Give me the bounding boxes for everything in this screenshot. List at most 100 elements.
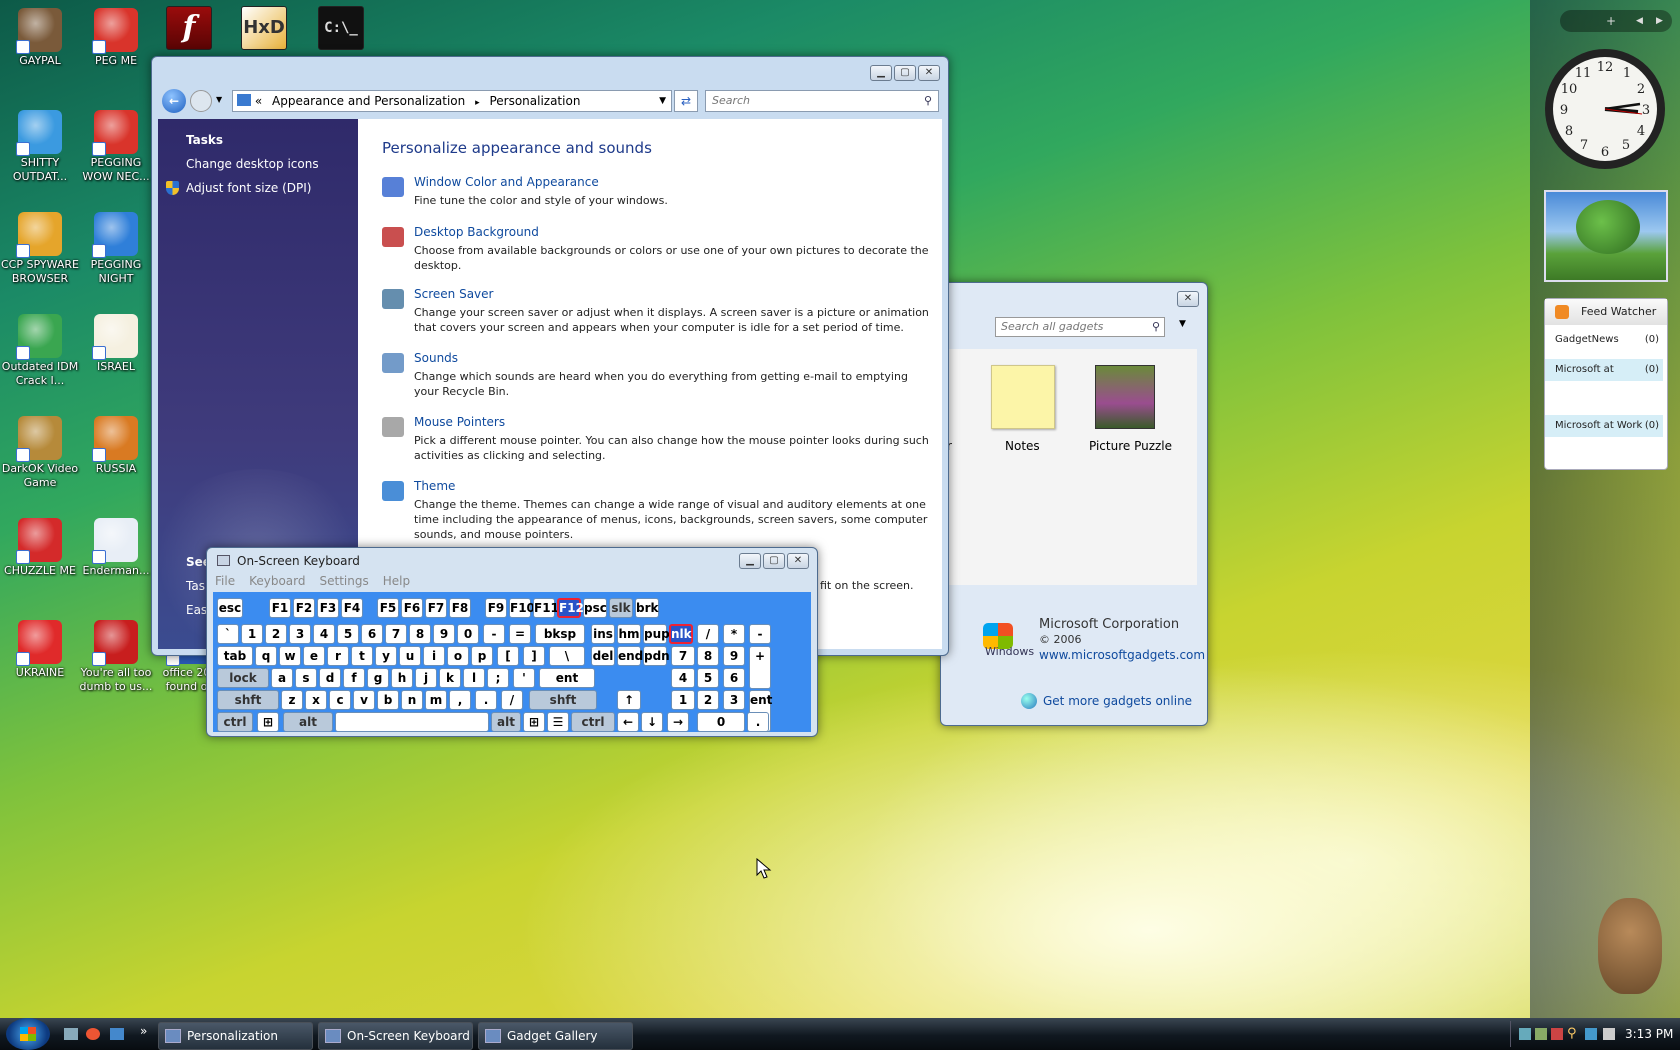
key[interactable]: y bbox=[375, 646, 397, 666]
key[interactable]: h bbox=[391, 668, 413, 688]
history-dropdown-icon[interactable]: ▼ bbox=[216, 95, 222, 104]
key[interactable]: w bbox=[279, 646, 301, 666]
key[interactable]: tab bbox=[217, 646, 253, 666]
key[interactable]: ← bbox=[617, 712, 639, 732]
desktop-icon[interactable]: PEGGING WOW NEC... bbox=[76, 110, 156, 184]
picture-puzzle-gadget[interactable] bbox=[1095, 365, 1155, 429]
key[interactable]: r bbox=[327, 646, 349, 666]
item-title-link[interactable]: Window Color and Appearance bbox=[414, 175, 599, 189]
key[interactable]: 4 bbox=[313, 624, 335, 644]
key[interactable]: pdn bbox=[643, 646, 670, 666]
feed-item[interactable]: GadgetNews (0) bbox=[1545, 329, 1663, 351]
key[interactable]: F5 bbox=[377, 598, 399, 618]
desktop-icon[interactable]: CCP SPYWARE BROWSER bbox=[0, 212, 80, 286]
key[interactable]: 0 bbox=[457, 624, 479, 644]
key[interactable]: F6 bbox=[401, 598, 423, 618]
key[interactable]: nlk bbox=[669, 624, 693, 644]
hxd-icon[interactable]: HxD bbox=[241, 6, 287, 50]
clock-text[interactable]: 3:13 PM bbox=[1625, 1027, 1673, 1041]
key[interactable]: ctrl bbox=[571, 712, 615, 732]
feed-watcher-gadget[interactable]: Feed Watcher GadgetNews (0) Microsoft at (0… bbox=[1544, 298, 1668, 470]
key[interactable]: f bbox=[343, 668, 365, 688]
key[interactable]: 6 bbox=[361, 624, 383, 644]
key[interactable]: x bbox=[305, 690, 327, 710]
see-also-ease-link[interactable]: Eas bbox=[186, 603, 207, 617]
key[interactable]: , bbox=[449, 690, 471, 710]
key[interactable]: l bbox=[463, 668, 485, 688]
search-box[interactable]: Search ⚲ bbox=[705, 90, 939, 112]
key[interactable]: / bbox=[501, 690, 523, 710]
key[interactable]: ' bbox=[513, 668, 535, 688]
key[interactable]: p bbox=[471, 646, 493, 666]
key[interactable]: ⊞ bbox=[257, 712, 279, 732]
item-title-link[interactable]: Theme bbox=[414, 479, 455, 493]
key[interactable]: 2 bbox=[265, 624, 287, 644]
desktop-icon[interactable]: RUSSIA bbox=[76, 416, 156, 476]
desktop-icon[interactable]: ISRAEL bbox=[76, 314, 156, 374]
adjust-font-size-link[interactable]: Adjust font size (DPI) bbox=[186, 181, 311, 195]
key[interactable]: [ bbox=[497, 646, 519, 666]
key[interactable]: k bbox=[439, 668, 461, 688]
notes-gadget[interactable] bbox=[991, 365, 1055, 429]
sidebar-icon[interactable] bbox=[1535, 1028, 1547, 1040]
key[interactable]: brk bbox=[635, 598, 659, 618]
key[interactable]: ` bbox=[217, 624, 239, 644]
key[interactable]: 8 bbox=[697, 646, 719, 666]
close-icon[interactable]: ✕ bbox=[918, 65, 940, 81]
network-icon[interactable] bbox=[1519, 1028, 1531, 1040]
security-icon[interactable] bbox=[1551, 1028, 1563, 1040]
key[interactable]: alt bbox=[283, 712, 333, 732]
key[interactable]: v bbox=[353, 690, 375, 710]
flash-icon[interactable]: f bbox=[166, 6, 212, 50]
quick-launch-2-icon[interactable] bbox=[86, 1028, 100, 1040]
key[interactable]: slk bbox=[609, 598, 633, 618]
key[interactable]: ↑ bbox=[617, 690, 641, 710]
key[interactable]: F11 bbox=[533, 598, 559, 618]
forward-arrow-icon[interactable] bbox=[190, 90, 212, 112]
key[interactable]: F8 bbox=[449, 598, 471, 618]
address-bar[interactable]: « Appearance and Personalization ▸ Perso… bbox=[232, 90, 672, 112]
key[interactable]: m bbox=[425, 690, 447, 710]
back-arrow-icon[interactable]: ← bbox=[162, 89, 186, 113]
key[interactable]: 5 bbox=[337, 624, 359, 644]
key[interactable]: \ bbox=[549, 646, 585, 666]
key[interactable]: pup bbox=[643, 624, 670, 644]
chevron-down-icon[interactable]: ▼ bbox=[1179, 319, 1186, 329]
key[interactable]: bksp bbox=[535, 624, 585, 644]
key[interactable]: 6 bbox=[723, 668, 745, 688]
key[interactable]: o bbox=[447, 646, 469, 666]
key[interactable]: esc bbox=[217, 598, 243, 618]
key[interactable]: 1 bbox=[241, 624, 263, 644]
key[interactable]: d bbox=[319, 668, 341, 688]
key[interactable]: / bbox=[697, 624, 719, 644]
key[interactable]: 9 bbox=[433, 624, 455, 644]
key[interactable]: . bbox=[747, 712, 769, 732]
key[interactable]: 5 bbox=[697, 668, 719, 688]
key[interactable]: 7 bbox=[671, 646, 695, 666]
key[interactable]: F2 bbox=[293, 598, 315, 618]
key[interactable]: j bbox=[415, 668, 437, 688]
key[interactable]: → bbox=[667, 712, 689, 732]
key[interactable]: * bbox=[723, 624, 745, 644]
key[interactable]: F9 bbox=[485, 598, 507, 618]
breadcrumb-current[interactable]: Personalization bbox=[489, 94, 580, 108]
key[interactable]: = bbox=[509, 624, 531, 644]
feed-item[interactable]: Microsoft at Work (0) bbox=[1545, 415, 1663, 437]
add-gadget-icon[interactable]: + bbox=[1606, 10, 1616, 32]
start-button[interactable] bbox=[6, 1018, 50, 1050]
key[interactable]: 0 bbox=[697, 712, 745, 732]
maximize-icon[interactable]: ▢ bbox=[894, 65, 916, 81]
desktop-icon[interactable]: PEG ME bbox=[76, 8, 156, 68]
menu-help[interactable]: Help bbox=[383, 574, 410, 588]
desktop-icon[interactable]: SHITTY OUTDAT... bbox=[0, 110, 80, 184]
key[interactable]: ] bbox=[523, 646, 545, 666]
key[interactable]: b bbox=[377, 690, 399, 710]
key[interactable]: t bbox=[351, 646, 373, 666]
key[interactable]: alt bbox=[491, 712, 521, 732]
item-title-link[interactable]: Mouse Pointers bbox=[414, 415, 505, 429]
key[interactable]: F4 bbox=[341, 598, 363, 618]
key[interactable]: del bbox=[591, 646, 615, 666]
close-icon[interactable]: ✕ bbox=[1177, 291, 1199, 307]
search-icon[interactable]: ⚲ bbox=[1567, 1026, 1577, 1041]
key[interactable]: 8 bbox=[409, 624, 431, 644]
